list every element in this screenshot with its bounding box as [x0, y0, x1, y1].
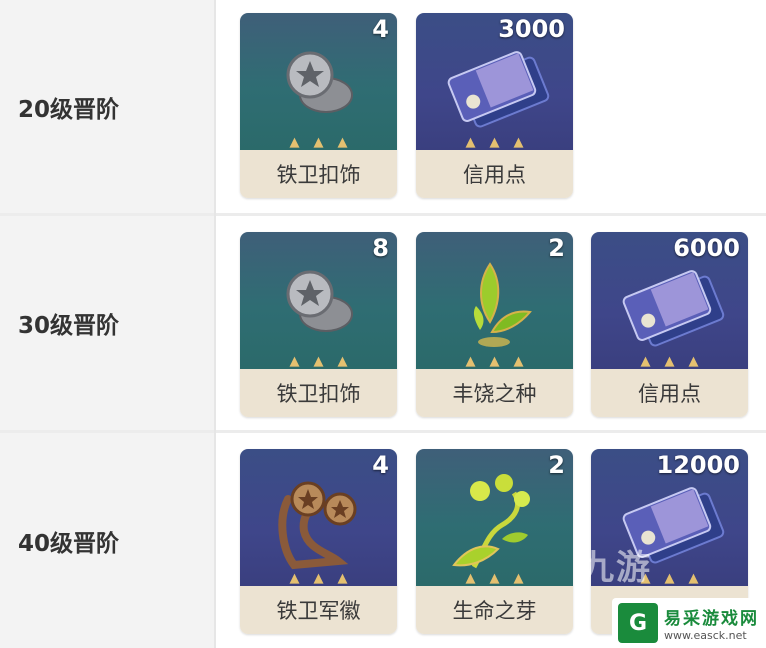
- material-card[interactable]: 6000 ▲▲▲ 信用点: [591, 232, 748, 417]
- seed-icon: [473, 262, 532, 347]
- material-name: 信用点: [591, 369, 748, 417]
- credit-card-icon: [622, 270, 725, 347]
- material-name: 铁卫扣饰: [240, 369, 397, 417]
- quantity: 3000: [498, 15, 565, 43]
- silver-coin-icon: [286, 270, 353, 332]
- silver-coin-icon: [286, 51, 353, 113]
- material-name: 铁卫军徽: [240, 586, 397, 634]
- material-name: 信用点: [416, 150, 573, 198]
- quantity: 2: [548, 451, 565, 479]
- row-label: 30级晋阶: [0, 216, 214, 430]
- material-card[interactable]: 2 ▲▲▲ 丰饶之种: [416, 232, 573, 417]
- material-card[interactable]: 8 ▲▲▲ 铁卫扣饰: [240, 232, 397, 417]
- quantity: 4: [372, 15, 389, 43]
- row-label: 20级晋阶: [0, 0, 214, 213]
- rarity-stars: ▲▲▲: [289, 354, 362, 369]
- material-name: 丰饶之种: [416, 369, 573, 417]
- rarity-stars: ▲▲▲: [289, 135, 362, 150]
- site-watermark-text: 易采游戏网 www.easck.net: [664, 604, 759, 642]
- material-name: 铁卫扣饰: [240, 150, 397, 198]
- site-watermark: G 易采游戏网 www.easck.net: [612, 598, 766, 648]
- rarity-stars: ▲▲▲: [465, 135, 538, 150]
- material-card[interactable]: 3000 ▲▲▲ 信用点: [416, 13, 573, 198]
- rarity-stars: ▲▲▲: [465, 571, 538, 586]
- rarity-stars: ▲▲▲: [640, 354, 713, 369]
- material-card[interactable]: 4 ▲▲▲ 铁卫军徽: [240, 449, 397, 634]
- quantity: 8: [372, 234, 389, 262]
- material-card[interactable]: 2 ▲▲▲ 生命之芽: [416, 449, 573, 634]
- material-card[interactable]: 4 ▲▲▲ 铁卫扣饰: [240, 13, 397, 198]
- quantity: 12000: [656, 451, 741, 479]
- row-label: 40级晋阶: [0, 433, 214, 648]
- rarity-stars: ▲▲▲: [289, 571, 362, 586]
- quantity: 4: [372, 451, 389, 479]
- sprout-icon: [452, 474, 530, 569]
- material-name: 生命之芽: [416, 586, 573, 634]
- column-divider: [214, 0, 216, 648]
- credit-card-icon: [447, 51, 550, 128]
- rarity-stars: ▲▲▲: [465, 354, 538, 369]
- site-url: www.easck.net: [664, 629, 747, 642]
- bronze-badge-icon: [278, 481, 357, 570]
- site-logo-icon: G: [618, 603, 658, 643]
- quantity: 6000: [673, 234, 740, 262]
- site-name: 易采游戏网: [664, 609, 759, 629]
- watermark-overlay-text: 九游: [580, 548, 652, 588]
- quantity: 2: [548, 234, 565, 262]
